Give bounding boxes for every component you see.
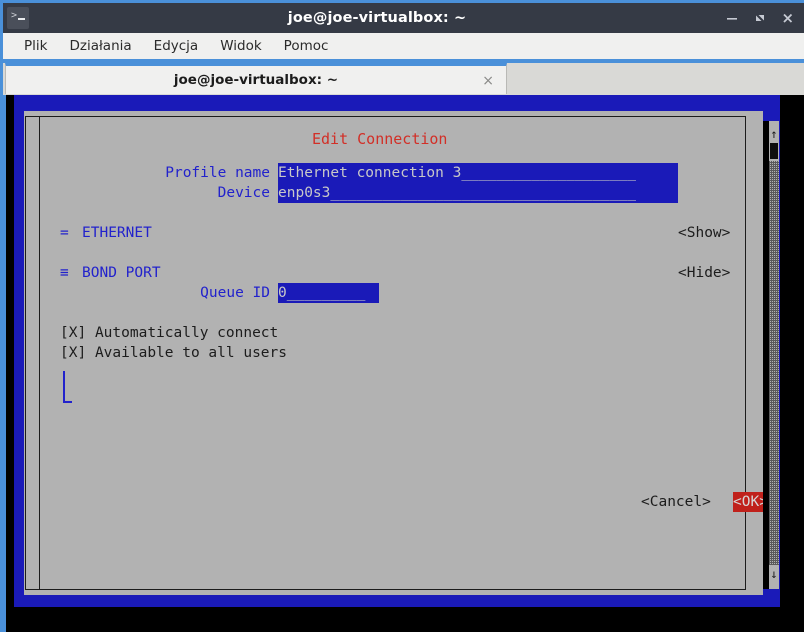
checkbox-automatically-connect-label: Automatically connect — [94, 325, 279, 341]
cancel-button[interactable]: <Cancel> — [641, 492, 711, 512]
queue-id-label: Queue ID — [200, 285, 270, 301]
scrollbar-down-arrow-icon[interactable]: ↓ — [769, 567, 779, 581]
queue-id-filler: _________ — [286, 285, 366, 301]
menu-item-plik[interactable]: Plik — [13, 36, 58, 56]
section-header-ethernet[interactable]: ETHERNET — [82, 223, 152, 243]
window-titlebar: > joe@joe-virtualbox: ~ — [3, 3, 804, 33]
tab-close-icon[interactable]: × — [482, 74, 494, 88]
field-row-device: Device enp0s3___________________________… — [140, 183, 678, 203]
checkbox-available-all-users-mark: [X] — [60, 345, 87, 361]
dialog-scrollbar[interactable]: ↑ ↓ — [763, 121, 779, 589]
bond-port-tree-spine-foot — [63, 401, 72, 403]
menubar: Plik Działania Edycja Widok Pomoc — [3, 33, 804, 61]
checkbox-available-all-users-label: Available to all users — [94, 345, 287, 361]
window-controls — [725, 10, 804, 26]
profile-name-value: Ethernet connection 3 — [278, 165, 462, 181]
menu-item-dzialania[interactable]: Działania — [58, 36, 142, 56]
window-title: joe@joe-virtualbox: ~ — [287, 10, 467, 26]
maximize-icon[interactable] — [753, 10, 767, 26]
section-header-bond-port[interactable]: BOND PORT — [82, 263, 161, 283]
queue-id-input[interactable]: 0_________ — [278, 283, 379, 303]
bondport-expand-marker[interactable]: ≡ — [60, 263, 69, 283]
minimize-icon[interactable] — [725, 10, 739, 26]
ethernet-show-button[interactable]: <Show> — [678, 223, 730, 243]
scrollbar-thumb[interactable] — [770, 143, 778, 159]
device-input[interactable]: enp0s3__________________________________… — [278, 183, 678, 203]
device-label: Device — [217, 185, 270, 201]
tab-label: joe@joe-virtualbox: ~ — [173, 72, 339, 88]
checkbox-automatically-connect[interactable]: [X] Automatically connect — [60, 323, 278, 343]
profile-name-label: Profile name — [165, 165, 270, 181]
profile-name-filler: ____________________ — [461, 165, 636, 181]
device-value: enp0s3 — [278, 185, 331, 201]
prompt-underscore-glyph — [18, 18, 25, 20]
field-row-profile-name: Profile name Ethernet connection 3______… — [140, 163, 678, 183]
field-row-queue-id: Queue ID 0_________ — [140, 283, 379, 303]
close-icon[interactable] — [781, 10, 795, 26]
queue-id-value: 0 — [278, 285, 287, 301]
menu-item-edycja[interactable]: Edycja — [143, 36, 210, 56]
prompt-chevron-glyph: > — [11, 10, 18, 21]
tab-terminal-session[interactable]: joe@joe-virtualbox: ~ × — [5, 63, 507, 94]
checkbox-automatically-connect-mark: [X] — [60, 325, 87, 341]
device-filler: ___________________________________ — [330, 185, 636, 201]
terminal-content: Edit Connection Profile name Ethernet co… — [6, 95, 804, 632]
bond-port-tree-spine — [63, 371, 65, 403]
bondport-hide-button[interactable]: <Hide> — [678, 263, 730, 283]
checkbox-available-all-users[interactable]: [X] Available to all users — [60, 343, 287, 363]
dialog-title: Edit Connection — [303, 130, 457, 148]
ethernet-collapse-marker[interactable]: = — [60, 223, 69, 243]
scrollbar-up-arrow-icon[interactable]: ↑ — [769, 127, 779, 141]
terminal-window: > joe@joe-virtualbox: ~ Plik Działania E… — [0, 0, 804, 632]
menu-item-pomoc[interactable]: Pomoc — [273, 36, 340, 56]
edit-connection-dialog: Edit Connection Profile name Ethernet co… — [39, 116, 768, 590]
terminal-icon: > — [7, 7, 29, 29]
profile-name-input[interactable]: Ethernet connection 3___________________… — [278, 163, 678, 183]
menu-item-widok[interactable]: Widok — [209, 36, 272, 56]
tabbar: joe@joe-virtualbox: ~ × — [3, 63, 804, 95]
scrollbar-dotted-track[interactable] — [769, 161, 779, 565]
